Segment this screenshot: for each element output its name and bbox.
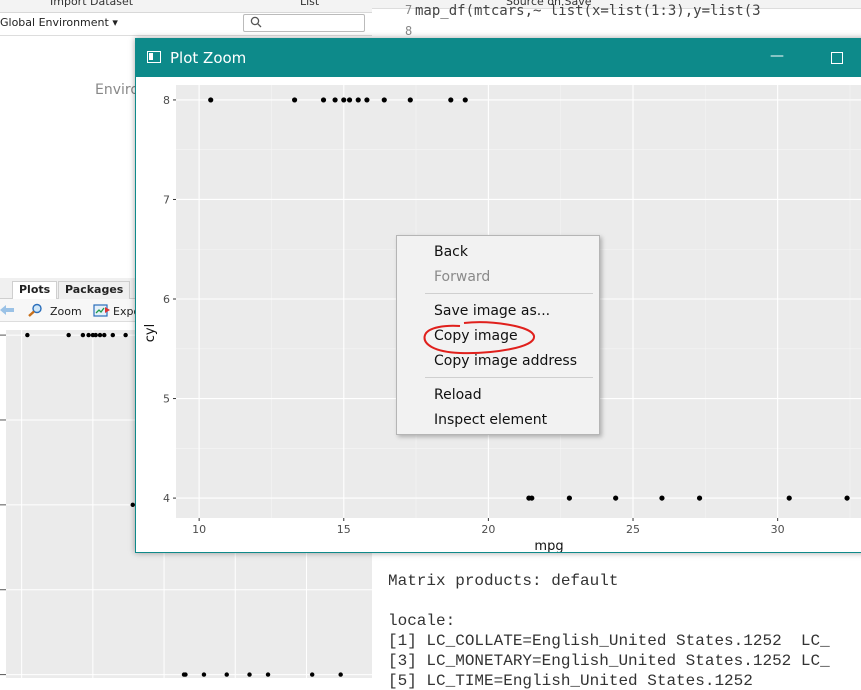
y-tick-label: 4: [163, 492, 170, 505]
data-point: [462, 97, 468, 103]
data-point: [696, 495, 703, 501]
bg-data-point: [265, 672, 271, 677]
menu-item-back[interactable]: Back: [434, 244, 468, 260]
bg-data-point: [110, 332, 116, 338]
console-line: [1] LC_COLLATE=English_United States.125…: [388, 632, 830, 650]
data-point: [320, 97, 327, 103]
data-point: [208, 97, 214, 103]
editor-line-numbers: 7 8: [405, 3, 413, 38]
zoom-icon[interactable]: [28, 303, 44, 317]
maximize-button[interactable]: [826, 46, 848, 70]
back-arrow-icon[interactable]: [0, 305, 14, 315]
console-line: Matrix products: default: [388, 572, 619, 590]
editor-code-line[interactable]: map_df(mtcars,~ list(x=list(1:3),y=list(…: [415, 3, 761, 19]
menu-item-save-image[interactable]: Save image as...: [434, 303, 550, 319]
bg-data-point: [309, 672, 315, 677]
environment-scope-dropdown[interactable]: Global Environment ▾: [0, 16, 118, 29]
menu-separator: [425, 293, 593, 294]
bg-data-point: [123, 332, 128, 338]
bg-data-point: [66, 332, 71, 338]
menu-item-inspect-element[interactable]: Inspect element: [434, 412, 547, 428]
y-tick-label: 8: [163, 94, 170, 107]
minimize-button[interactable]: —: [766, 45, 788, 69]
environment-empty-message: Enviro: [95, 82, 139, 98]
bg-data-point: [93, 332, 98, 338]
list-view-dropdown[interactable]: List: [300, 0, 319, 8]
data-point: [355, 97, 361, 103]
tab-packages[interactable]: Packages: [58, 281, 131, 300]
x-tick-label: 30: [771, 523, 785, 536]
data-point: [786, 495, 792, 501]
line-number: 7: [405, 3, 413, 17]
y-tick-label: 6: [163, 293, 170, 306]
data-point: [341, 97, 347, 103]
scope-label: Global Environment: [0, 16, 109, 29]
bg-data-point: [102, 332, 107, 338]
data-point: [381, 97, 387, 103]
tab-plots[interactable]: Plots: [12, 281, 58, 300]
bg-data-point: [97, 332, 103, 338]
bg-data-point: [338, 672, 343, 677]
console-line: [5] LC_TIME=English_United States.1252: [388, 672, 753, 690]
data-point: [364, 97, 370, 103]
x-axis-label: mpg: [534, 539, 563, 552]
zoom-button[interactable]: Zoom: [50, 305, 82, 318]
bg-data-point: [25, 332, 30, 338]
red-annotation-circle: [423, 321, 535, 355]
bg-data-point: [86, 332, 91, 338]
console-line: [3] LC_MONETARY=English_United States.12…: [388, 652, 830, 670]
bg-data-point: [183, 672, 188, 677]
line-number: 8: [405, 24, 413, 38]
data-point: [332, 97, 338, 103]
import-dataset-button[interactable]: Import Dataset: [50, 0, 133, 8]
window-title: Plot Zoom: [170, 49, 247, 67]
y-axis-label: cyl: [143, 324, 158, 342]
bg-data-point: [80, 332, 86, 338]
x-tick-label: 25: [626, 523, 640, 536]
window-titlebar[interactable]: Plot Zoom —: [136, 39, 861, 77]
x-tick-label: 15: [337, 523, 351, 536]
environment-toolbar: Import Dataset List: [0, 0, 372, 13]
x-tick-label: 20: [481, 523, 495, 536]
bg-data-point: [224, 672, 229, 677]
data-point: [659, 495, 665, 501]
x-tick-label: 10: [192, 523, 206, 536]
search-icon: [250, 16, 262, 28]
menu-separator: [425, 377, 593, 378]
menu-item-reload[interactable]: Reload: [434, 387, 482, 403]
bg-data-point: [201, 672, 207, 677]
data-point: [566, 495, 572, 501]
data-point: [529, 495, 535, 501]
data-point: [291, 97, 298, 103]
data-point: [844, 495, 850, 501]
menu-item-forward: Forward: [434, 269, 491, 285]
export-icon[interactable]: [93, 304, 111, 317]
app-icon: [147, 51, 161, 63]
y-tick-label: 7: [163, 193, 170, 206]
console-line: locale:: [388, 612, 456, 630]
y-tick-label: 5: [163, 393, 170, 406]
bg-data-point: [247, 672, 252, 677]
data-point: [448, 97, 454, 103]
data-point: [407, 97, 413, 103]
data-point: [346, 97, 353, 103]
data-point: [613, 495, 619, 501]
